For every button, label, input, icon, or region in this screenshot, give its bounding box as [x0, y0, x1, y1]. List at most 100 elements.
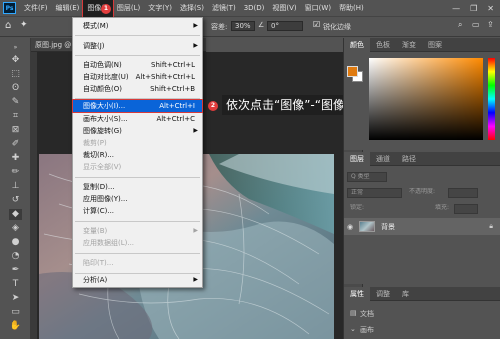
visibility-eye-icon[interactable]: ◉: [344, 223, 356, 231]
menu-item-crop[interactable]: 裁剪(P): [73, 137, 202, 149]
path-select-tool-icon[interactable]: ➤: [9, 293, 22, 304]
tab-color[interactable]: 颜色: [344, 37, 370, 52]
blend-mode-select[interactable]: 正常: [347, 188, 402, 198]
menu-layer[interactable]: 图层(L): [113, 0, 144, 17]
frame-tool-icon[interactable]: ⊠: [9, 125, 22, 136]
document-icon: ▤: [350, 309, 357, 317]
hand-tool-icon[interactable]: ✋: [9, 321, 22, 332]
submenu-arrow-icon: ▶: [193, 227, 198, 234]
color-picker-field[interactable]: [369, 58, 483, 140]
menu-item-calculations[interactable]: 计算(C)...: [73, 205, 202, 217]
layer-thumbnail: [359, 221, 375, 232]
expand-arrow-icon[interactable]: ⌄: [350, 325, 356, 333]
menu-item-image-rotation[interactable]: 图像旋转(G) ▶: [73, 125, 202, 137]
menu-window[interactable]: 窗口(W): [301, 0, 335, 17]
tab-libraries[interactable]: 库: [396, 287, 415, 301]
menu-file[interactable]: 文件(F): [20, 0, 52, 17]
opacity-label: 不透明度:: [409, 188, 436, 195]
tab-gradients[interactable]: 渐变: [396, 38, 422, 52]
menu-item-auto-contrast[interactable]: 自动对比度(U) Alt+Shift+Ctrl+L: [73, 71, 202, 83]
menu-separator: [75, 55, 200, 56]
tab-adjustments[interactable]: 调整: [370, 287, 396, 301]
menu-help[interactable]: 帮助(H): [335, 0, 368, 17]
workspace-icon[interactable]: ▭: [472, 20, 480, 29]
menu-item-auto-color[interactable]: 自动颜色(O) Shift+Ctrl+B: [73, 83, 202, 95]
tab-paths[interactable]: 路径: [396, 152, 422, 166]
properties-panel: 属性 调整 库 ▤ 文档 ⌄ 画布: [344, 286, 500, 339]
marquee-tool-icon[interactable]: ⬚: [9, 69, 22, 80]
type-tool-icon[interactable]: T: [9, 279, 22, 290]
share-icon[interactable]: ⇪: [487, 20, 494, 29]
fill-input[interactable]: [454, 204, 478, 214]
tools-panel: » ✥ ⬚ ʘ ✎ ⌗ ⊠ ✐ ✚ ✏ ⊥ ↺ ◆ ◈ ● ◔ ✒ T ➤ ▭ …: [0, 38, 31, 339]
foreground-color-swatch[interactable]: [347, 66, 358, 77]
tab-patterns[interactable]: 图案: [422, 38, 448, 52]
eraser-tool-icon[interactable]: ◆: [9, 209, 22, 220]
tab-swatches[interactable]: 色板: [370, 38, 396, 52]
lasso-tool-icon[interactable]: ʘ: [9, 83, 22, 94]
layers-panel: 图层 通道 路径 Q 类型 正常 不透明度: 锁定: 填充: ◉ 背景 🔒︎: [344, 151, 500, 284]
menu-item-analysis[interactable]: 分析(A) ▶: [73, 274, 202, 286]
blur-tool-icon[interactable]: ●: [9, 237, 22, 248]
close-icon[interactable]: ✕: [487, 4, 494, 13]
minimize-icon[interactable]: —: [452, 4, 460, 13]
menu-item-apply-image[interactable]: 应用图像(Y)...: [73, 193, 202, 205]
menu-item-variables[interactable]: 变量(B) ▶: [73, 225, 202, 237]
paint-bucket-tool-icon[interactable]: ◈: [9, 223, 22, 234]
move-tool-icon[interactable]: ✥: [9, 55, 22, 66]
home-icon[interactable]: ⌂: [5, 20, 11, 31]
image-menu-dropdown: 模式(M) ▶ 调整(J) ▶ 自动色调(N) Shift+Ctrl+L 自动对比度(…: [72, 17, 203, 288]
menu-item-auto-tone[interactable]: 自动色调(N) Shift+Ctrl+L: [73, 59, 202, 71]
menu-3d[interactable]: 3D(D): [240, 0, 269, 17]
fill-label: 填充:: [435, 204, 450, 211]
dodge-tool-icon[interactable]: ◔: [9, 251, 22, 262]
crop-tool-icon[interactable]: ⌗: [9, 111, 22, 122]
menu-item-adjustments[interactable]: 调整(J) ▶: [73, 40, 202, 52]
anti-alias-checkbox[interactable]: ☑: [313, 20, 320, 29]
menu-item-duplicate[interactable]: 复制(D)...: [73, 181, 202, 193]
menu-item-image-size[interactable]: 图像大小(I)... Alt+Ctrl+I: [72, 99, 203, 113]
menu-item-apply-data-set[interactable]: 应用数据组(L)...: [73, 237, 202, 249]
layer-item-background[interactable]: ◉ 背景 🔒︎: [344, 218, 500, 235]
menu-item-trim[interactable]: 裁切(R)...: [73, 149, 202, 161]
menu-item-trap[interactable]: 陷印(T)...: [73, 257, 202, 269]
step-badge-1: 1: [101, 4, 111, 14]
submenu-arrow-icon: ▶: [193, 276, 198, 283]
lock-icon: 🔒︎: [489, 222, 493, 230]
layer-name: 背景: [381, 222, 395, 231]
canvas-section-label: 画布: [360, 326, 374, 334]
document-label: 文档: [360, 310, 374, 318]
layer-kind-filter[interactable]: Q 类型: [347, 172, 387, 182]
search-icon[interactable]: ⌕: [458, 20, 462, 30]
brush-tool-icon[interactable]: ✏: [9, 167, 22, 178]
maximize-icon[interactable]: ❐: [470, 4, 477, 13]
angle-input[interactable]: 0°: [267, 21, 303, 31]
history-brush-tool-icon[interactable]: ↺: [9, 195, 22, 206]
photoshop-window: Ps 文件(F) 编辑(E) 图像(I) 图层(L) 文字(Y) 选择(S) 滤…: [0, 0, 500, 339]
pen-tool-icon[interactable]: ✒: [9, 265, 22, 276]
photoshop-logo-icon: Ps: [3, 2, 16, 14]
menu-item-reveal-all[interactable]: 显示全部(V): [73, 161, 202, 173]
tab-properties[interactable]: 属性: [344, 286, 370, 301]
menu-view[interactable]: 视图(V): [268, 0, 300, 17]
quick-select-tool-icon[interactable]: ✎: [9, 97, 22, 108]
tolerance-input[interactable]: 30%: [231, 21, 255, 31]
eyedropper-tool-icon[interactable]: ✐: [9, 139, 22, 150]
menu-filter[interactable]: 滤镜(T): [208, 0, 240, 17]
menu-select[interactable]: 选择(S): [176, 0, 208, 17]
opacity-input[interactable]: [448, 188, 478, 198]
shape-tool-icon[interactable]: ▭: [9, 307, 22, 318]
collapse-icon[interactable]: »: [9, 42, 22, 53]
menu-type[interactable]: 文字(Y): [144, 0, 176, 17]
hue-slider[interactable]: [488, 58, 495, 140]
menu-item-mode[interactable]: 模式(M) ▶: [73, 20, 202, 32]
healing-brush-tool-icon[interactable]: ✚: [9, 153, 22, 164]
tab-channels[interactable]: 通道: [370, 152, 396, 166]
menu-item-canvas-size[interactable]: 画布大小(S)... Alt+Ctrl+C: [73, 113, 202, 125]
menu-edit[interactable]: 编辑(E): [52, 0, 84, 17]
clone-stamp-tool-icon[interactable]: ⊥: [9, 181, 22, 192]
layer-row[interactable]: ◉ 背景 🔒︎: [344, 218, 500, 235]
magic-wand-tool-icon[interactable]: ✦: [20, 20, 28, 30]
step-badge-2: 2: [208, 101, 218, 111]
tab-layers[interactable]: 图层: [344, 151, 370, 166]
